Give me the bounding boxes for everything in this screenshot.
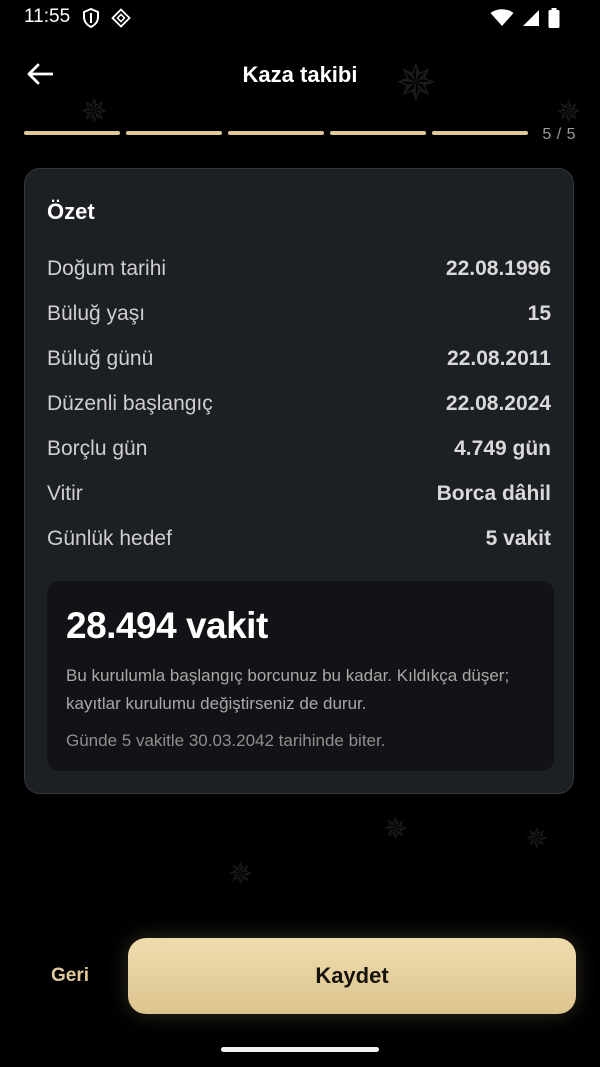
total-debt-value: 28.494 vakit — [66, 605, 268, 646]
summary-row-puberty-age: Büluğ yaşı 15 — [47, 302, 551, 332]
app-badge-icon — [110, 7, 132, 34]
progress-segment — [330, 131, 426, 135]
row-value: 22.08.1996 — [445, 257, 551, 280]
status-time: 11:55 — [24, 6, 71, 27]
finish-estimate: Günde 5 vakitle 30.03.2042 tarihinde bit… — [66, 731, 386, 750]
summary-row-owed-days: Borçlu gün 4.749 gün — [47, 437, 551, 467]
battery-icon — [548, 8, 560, 33]
row-label: Doğum tarihi — [47, 257, 167, 280]
decorative-star-icon: ✵ — [525, 823, 549, 854]
status-bar: 11:55 — [0, 0, 600, 36]
summary-card: Özet Doğum tarihi 22.08.1996 Büluğ yaşı … — [24, 168, 574, 794]
summary-row-witr: Vitir Borca dâhil — [47, 482, 551, 512]
progress-segment — [432, 131, 528, 135]
row-label: Günlük hedef — [47, 527, 172, 550]
wifi-icon — [490, 9, 514, 32]
progress-label: 5 / 5 — [542, 126, 576, 143]
step-progress — [24, 131, 528, 136]
summary-row-daily-goal: Günlük hedef 5 vakit — [47, 527, 551, 557]
row-label: Büluğ yaşı — [47, 302, 146, 325]
progress-segment — [24, 131, 120, 135]
total-debt-description: Bu kurulumla başlangıç borcunuz bu kadar… — [66, 666, 510, 713]
decorative-star-icon: ✵ — [228, 858, 254, 891]
save-button[interactable]: Kaydet — [128, 938, 576, 1014]
row-value: 5 vakit — [485, 527, 551, 550]
decorative-star-icon: ✵ — [556, 96, 582, 129]
signal-icon — [522, 9, 540, 32]
row-label: Düzenli başlangıç — [47, 392, 213, 415]
summary-row-regular-start: Düzenli başlangıç 22.08.2024 — [47, 392, 551, 422]
row-label: Büluğ günü — [47, 347, 154, 370]
summary-title: Özet — [47, 199, 95, 224]
row-value: 22.08.2011 — [447, 347, 551, 370]
back-button[interactable]: Geri — [40, 952, 100, 1000]
summary-row-puberty-day: Büluğ günü 22.08.2011 — [47, 347, 551, 377]
decorative-star-icon: ✵ — [383, 813, 409, 846]
progress-segment — [126, 131, 222, 135]
status-left-icons — [82, 7, 132, 34]
home-indicator[interactable] — [221, 1047, 379, 1052]
app-bar: Kaza takibi — [0, 50, 600, 102]
row-value: Borca dâhil — [436, 482, 551, 505]
row-label: Borçlu gün — [47, 437, 148, 460]
summary-row-birth-date: Doğum tarihi 22.08.1996 — [47, 257, 551, 287]
row-label: Vitir — [47, 482, 83, 505]
shield-icon — [82, 7, 100, 33]
row-value: 4.749 gün — [454, 437, 551, 460]
status-right-icons — [490, 8, 560, 33]
row-value: 22.08.2024 — [445, 392, 551, 415]
total-debt-box: 28.494 vakit Bu kurulumla başlangıç borc… — [47, 581, 554, 771]
progress-segment — [228, 131, 324, 135]
row-value: 15 — [527, 302, 551, 325]
page-title: Kaza takibi — [242, 62, 358, 87]
